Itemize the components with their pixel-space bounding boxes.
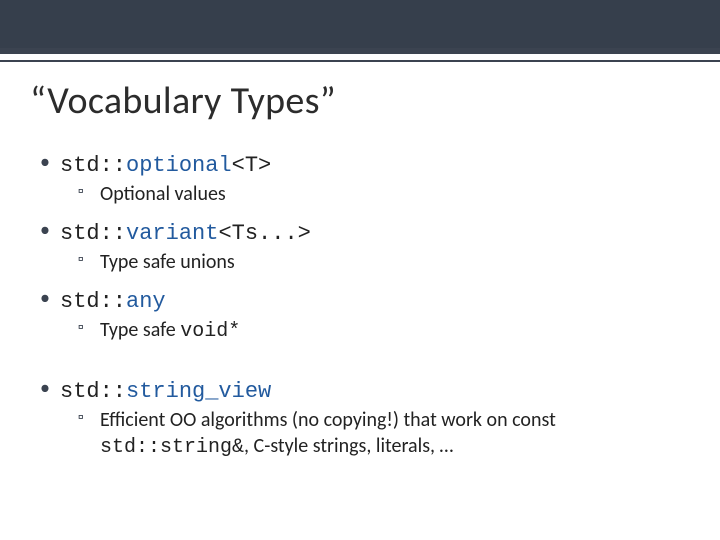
code-suffix: <Ts...>	[218, 221, 310, 246]
bullet-any: std::any	[40, 286, 680, 316]
code-suffix: <T>	[232, 153, 272, 178]
sub-string-view: Efficient OO algorithms (no copying!) th…	[40, 408, 680, 460]
slide-content: std::optional<T> Optional values std::va…	[40, 140, 680, 465]
bullet-string-view: std::string_view	[40, 376, 680, 406]
code-prefix: std::	[60, 379, 126, 404]
code-name: variant	[126, 221, 218, 246]
bullet-variant: std::variant<Ts...>	[40, 218, 680, 248]
code-prefix: std::	[60, 153, 126, 178]
code-name: string_view	[126, 379, 271, 404]
sub-variant: Type safe unions	[40, 250, 680, 276]
header-rule-thick	[0, 48, 720, 54]
sub-before: Type safe	[100, 318, 180, 342]
header-bar	[0, 0, 720, 48]
slide: “Vocabulary Types” std::optional<T> Opti…	[0, 0, 720, 540]
code-name: optional	[126, 153, 232, 178]
spacer	[40, 348, 680, 366]
bullet-optional: std::optional<T>	[40, 150, 680, 180]
code-prefix: std::	[60, 221, 126, 246]
sub-any: Type safe void*	[40, 318, 680, 345]
sub-code: std::string&	[100, 436, 244, 459]
sub-text: Type safe unions	[100, 250, 235, 274]
sub-code: void*	[180, 320, 240, 343]
sub-after: , C-style strings, literals, …	[244, 434, 453, 458]
code-prefix: std::	[60, 289, 126, 314]
slide-title: “Vocabulary Types”	[30, 78, 336, 124]
header-rule-thin	[0, 60, 720, 62]
sub-before: Efficient OO algorithms (no copying!) th…	[100, 408, 556, 432]
sub-text: Optional values	[100, 182, 226, 206]
sub-optional: Optional values	[40, 182, 680, 208]
code-name: any	[126, 289, 166, 314]
